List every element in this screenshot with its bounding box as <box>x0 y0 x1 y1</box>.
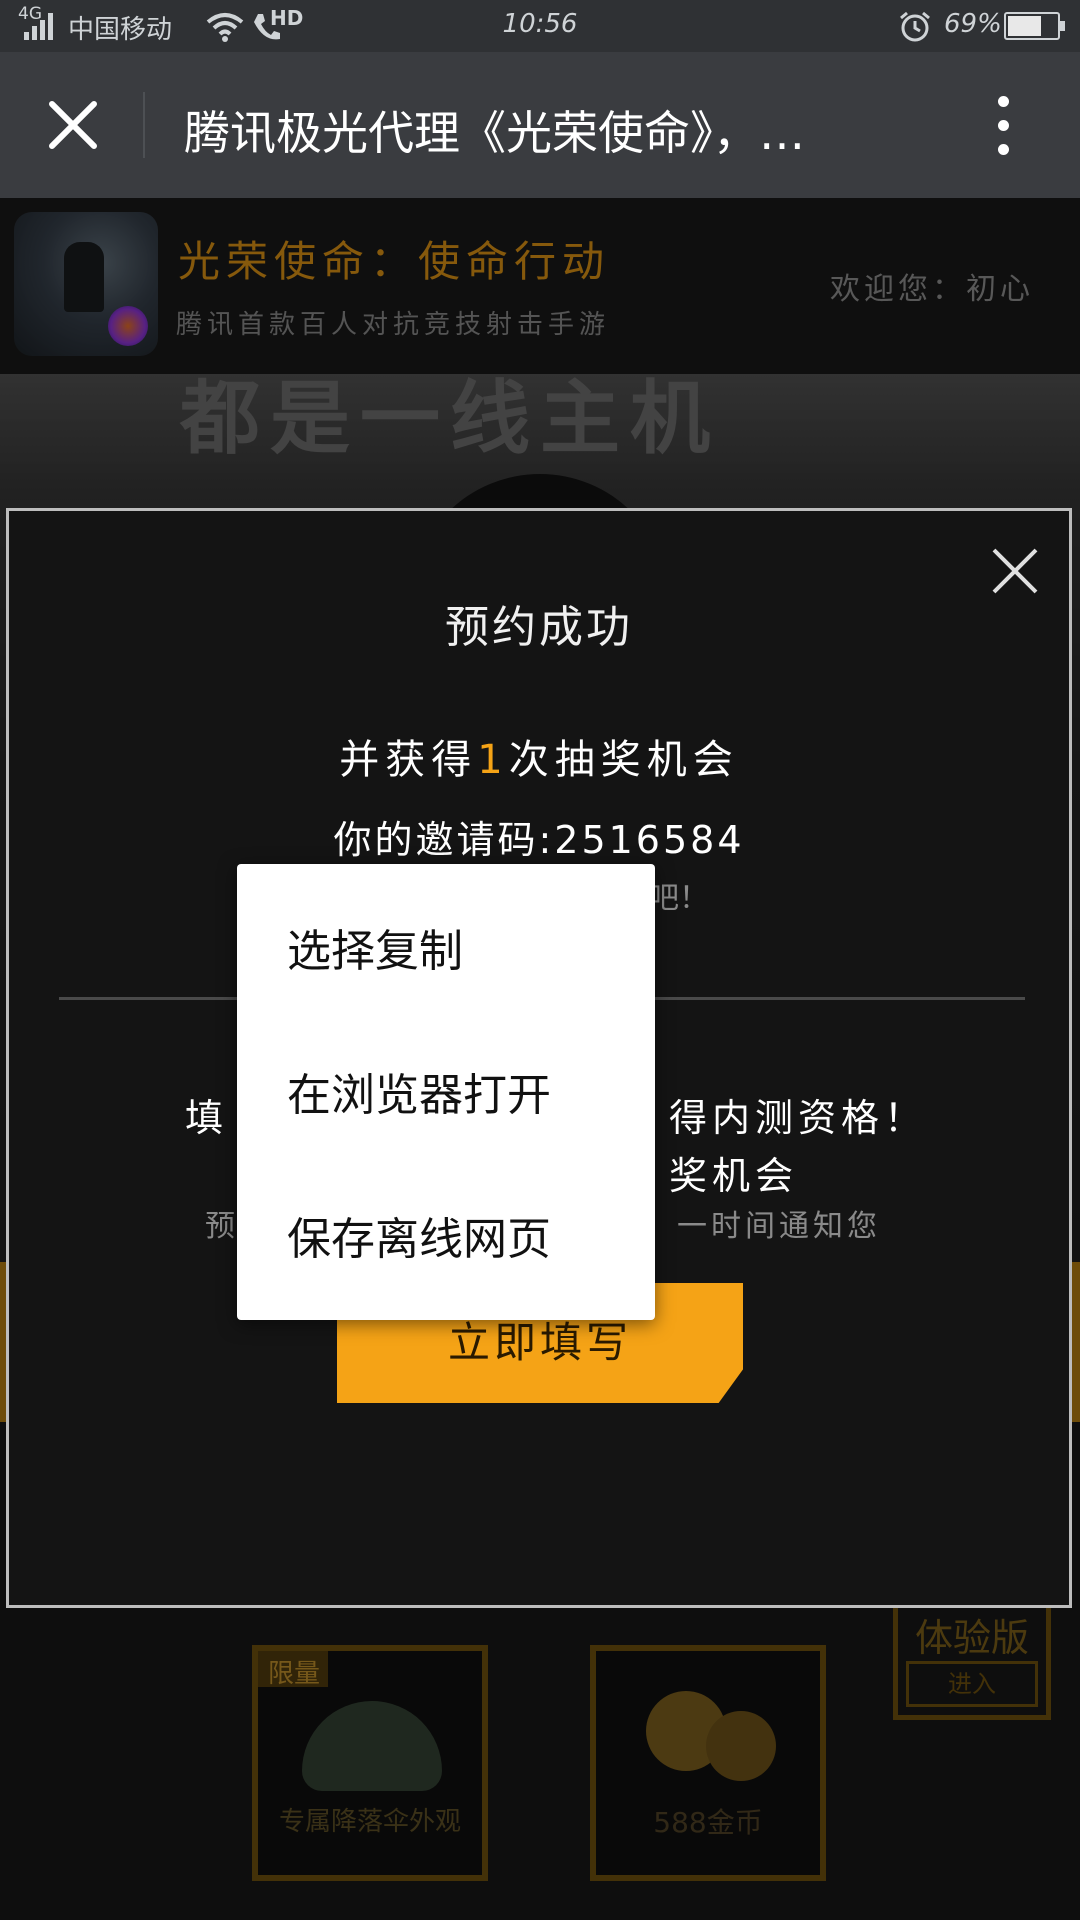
invite-hint-tail: 吧！ <box>649 881 709 916</box>
lottery-text-after: 次抽奖机会 <box>508 737 739 783</box>
menu-item-save-offline[interactable]: 保存离线网页 <box>237 1180 655 1300</box>
close-icon[interactable] <box>48 100 98 150</box>
lottery-prompt-end: 奖机会 <box>669 1154 799 1198</box>
battery-percent: 69% <box>944 9 1002 39</box>
invite-code-label: 你的邀请码: <box>333 818 555 862</box>
invite-code-line: 你的邀请码:2516584 <box>9 809 1069 864</box>
menu-item-select-copy[interactable]: 选择复制 <box>237 892 655 1012</box>
battery-icon <box>1004 12 1065 40</box>
alarm-icon <box>900 11 930 42</box>
lottery-count: 1 <box>477 737 509 783</box>
modal-title: 预约成功 <box>445 602 633 653</box>
notice-end: 一时间通知您 <box>677 1209 881 1244</box>
notice-start: 预 <box>205 1209 235 1244</box>
title-divider <box>143 92 145 158</box>
modal-close-icon[interactable] <box>991 547 1039 595</box>
lottery-text-before: 并获得 <box>339 737 478 783</box>
menu-item-open-in-browser[interactable]: 在浏览器打开 <box>237 1036 655 1156</box>
context-menu: 选择复制 在浏览器打开 保存离线网页 <box>237 864 655 1320</box>
invite-code-value: 2516584 <box>554 818 745 862</box>
status-bar: 4G 中国移动 HD 10:56 69% <box>0 0 1080 52</box>
phone-prompt-end: 得内测资格！ <box>669 1096 928 1140</box>
phone-prompt-start: 填 <box>185 1096 224 1140</box>
lottery-chance-line: 并获得1次抽奖机会 <box>9 727 1069 785</box>
more-options-icon[interactable] <box>996 96 1010 156</box>
browser-title-bar: 腾讯极光代理《光荣使命》，… <box>0 52 1080 198</box>
page-title: 腾讯极光代理《光荣使命》，… <box>184 106 805 160</box>
